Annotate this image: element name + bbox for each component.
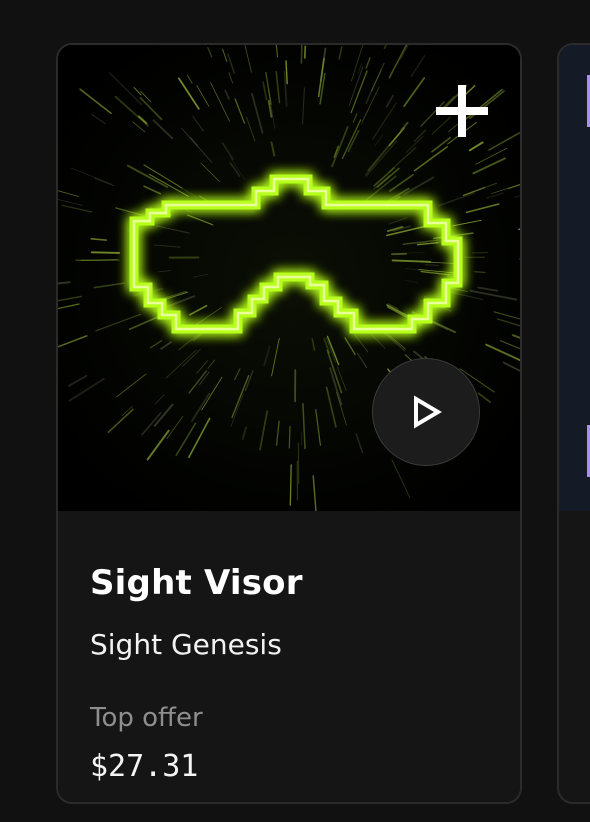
light-streak xyxy=(297,442,300,484)
play-icon xyxy=(414,395,442,429)
nft-artwork[interactable] xyxy=(58,45,520,511)
play-button[interactable] xyxy=(372,358,480,466)
plus-icon xyxy=(436,85,488,137)
next-card-artwork xyxy=(559,45,590,511)
nft-title[interactable]: Sight Visor xyxy=(90,563,303,603)
collection-name[interactable]: Sight Genesis xyxy=(90,628,282,661)
light-streak xyxy=(289,464,292,506)
add-button[interactable] xyxy=(430,79,494,143)
next-nft-card[interactable] xyxy=(557,43,590,804)
light-streak xyxy=(288,425,291,449)
light-streak xyxy=(300,45,303,64)
nft-card[interactable]: Sight Visor Sight Genesis Top offer $27.… xyxy=(56,43,522,804)
light-streak xyxy=(424,263,440,267)
light-streak xyxy=(303,45,307,59)
card-info: Sight Visor Sight Genesis Top offer $27.… xyxy=(58,511,520,802)
page: Sight Visor Sight Genesis Top offer $27.… xyxy=(0,0,590,822)
light-streak xyxy=(90,251,121,254)
top-offer-price: $27.31 xyxy=(90,749,199,784)
top-offer-label: Top offer xyxy=(90,703,203,733)
light-streak xyxy=(474,271,486,274)
